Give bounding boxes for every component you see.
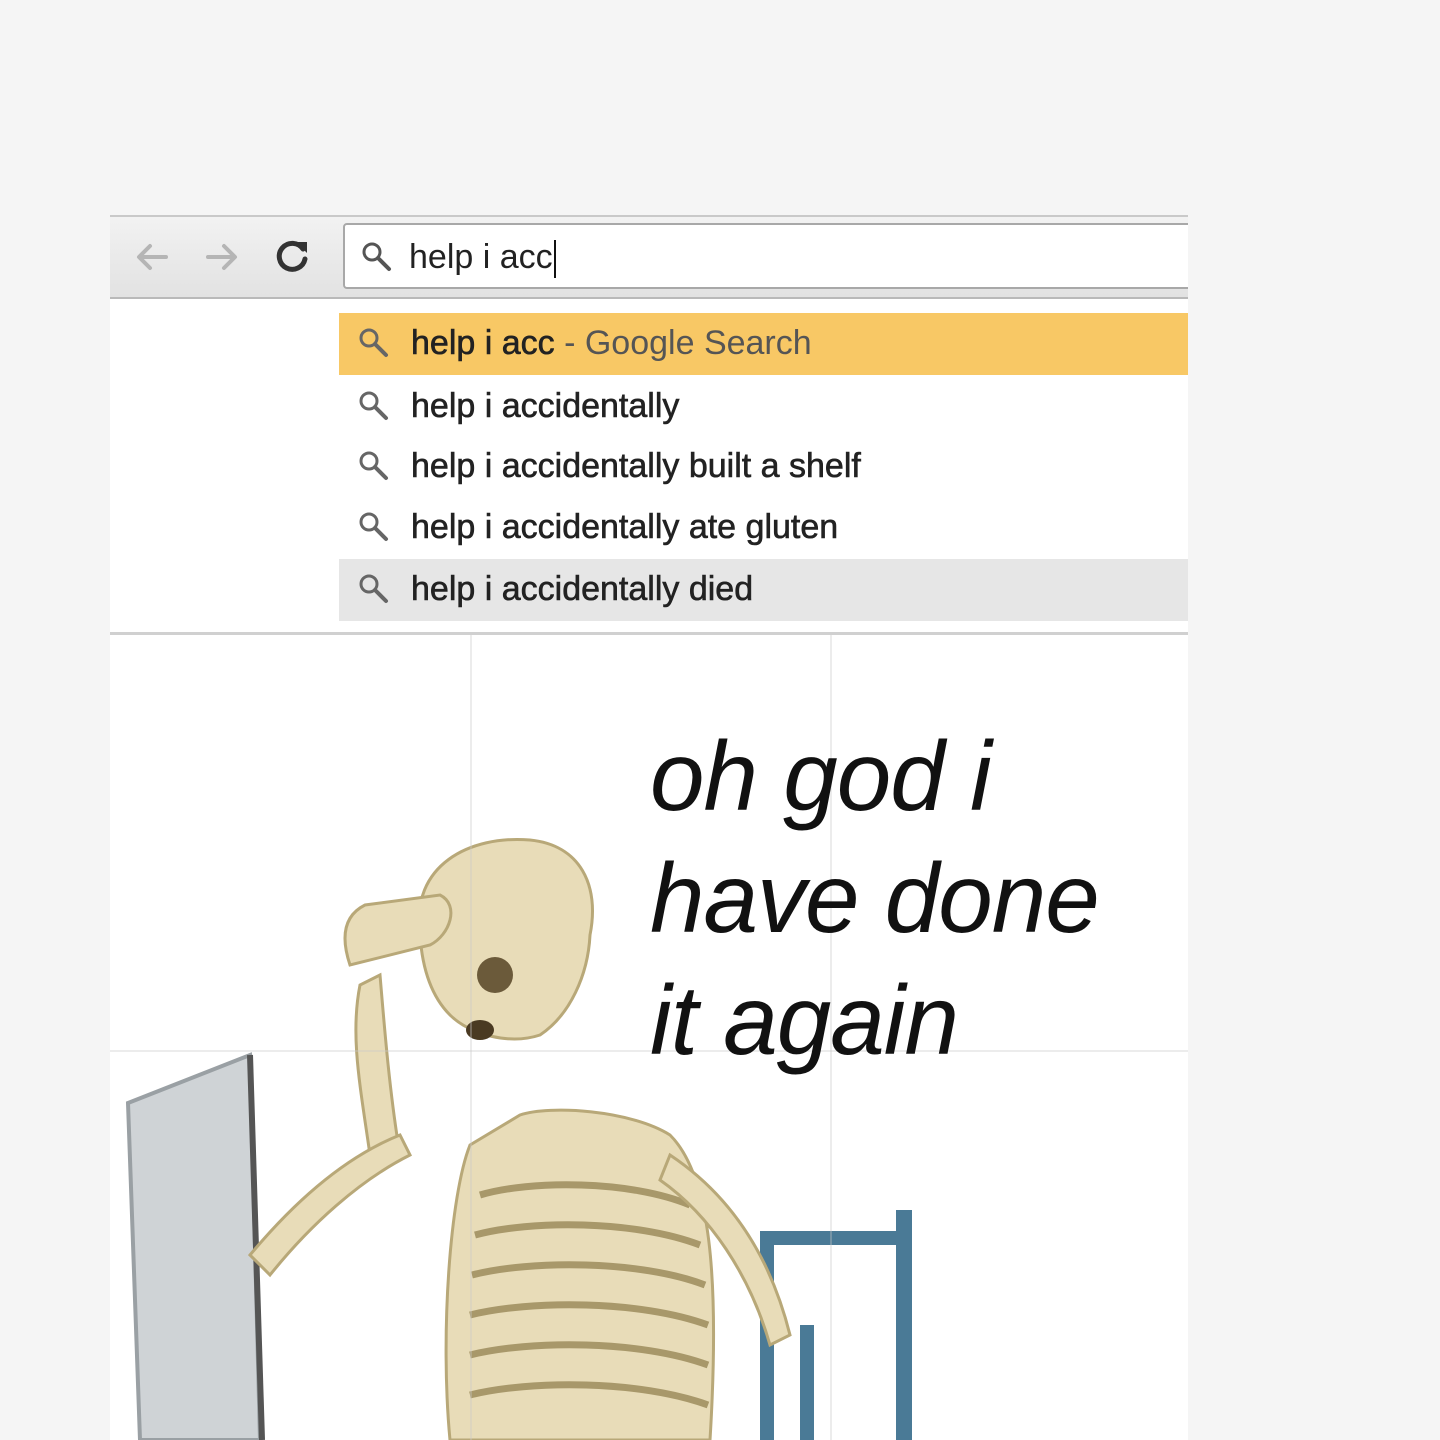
laptop-graphic xyxy=(125,1052,265,1440)
browser-toolbar: help i acc xyxy=(110,215,1188,299)
search-icon xyxy=(359,391,388,420)
suggestion-text: help i acc xyxy=(411,324,555,363)
suggestion-label: help i acc - Google Search xyxy=(411,321,812,365)
suggestion-text: help i accidentally built a shelf xyxy=(411,447,861,486)
suggestion-text: help i accidentally died xyxy=(411,570,754,609)
omnibox-query: help i acc xyxy=(409,238,553,276)
caption-line-2: have done xyxy=(650,843,1100,953)
reload-icon xyxy=(276,240,308,272)
suggestion-item[interactable]: help i acc - Google Search xyxy=(339,313,1188,375)
suggestion-text: help i accidentally ate gluten xyxy=(411,508,839,547)
forward-button[interactable] xyxy=(202,237,242,277)
suggestion-text: help i accidentally xyxy=(411,387,680,426)
suggestion-dropdown: help i acc - Google Search help i accide… xyxy=(110,299,1188,635)
meme-photo: oh god i have done it again xyxy=(110,635,1188,1440)
suggestion-item[interactable]: help i accidentally ate gluten xyxy=(339,497,1188,559)
suggestion-item[interactable]: help i accidentally built a shelf xyxy=(339,436,1188,498)
meme-caption: oh god i have done it again xyxy=(650,715,1170,1081)
caption-line-1: oh god i xyxy=(650,721,992,831)
search-icon xyxy=(359,451,388,480)
search-icon xyxy=(359,512,388,541)
back-button[interactable] xyxy=(132,237,172,277)
search-icon xyxy=(362,242,391,271)
caption-line-3: it again xyxy=(650,965,959,1075)
reload-button[interactable] xyxy=(272,237,312,277)
search-icon xyxy=(359,328,388,357)
meme-card: help i acc help i acc - Google Search he… xyxy=(110,215,1188,1440)
text-caret xyxy=(553,240,556,279)
omnibox-text: help i acc xyxy=(409,235,556,279)
omnibox-input[interactable]: help i acc xyxy=(343,223,1188,289)
suggestion-item[interactable]: help i accidentally died xyxy=(339,559,1188,621)
suggestion-item[interactable]: help i accidentally xyxy=(339,376,1188,438)
search-icon xyxy=(359,574,388,603)
back-arrow-icon xyxy=(137,244,168,270)
suggestion-suffix: - Google Search xyxy=(554,324,812,362)
forward-arrow-icon xyxy=(206,244,237,270)
